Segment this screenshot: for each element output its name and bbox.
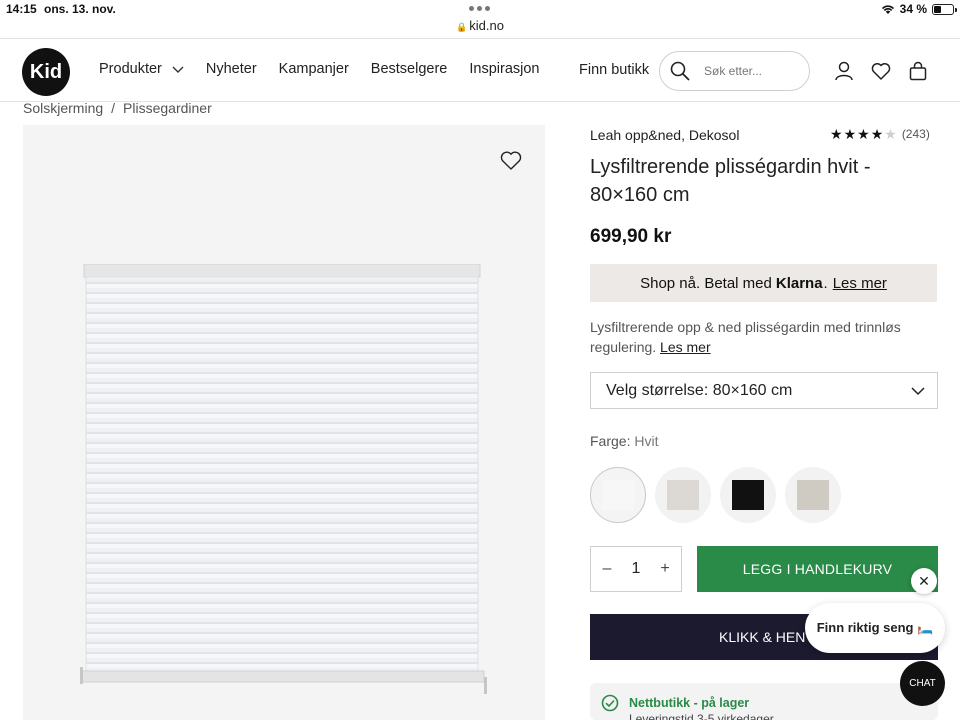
size-select[interactable]: Velg størrelse: 80×160 cm: [590, 372, 938, 409]
breadcrumb: Solskjerming / Plissegardiner: [23, 100, 212, 116]
breadcrumb-plissegardiner[interactable]: Plissegardiner: [123, 100, 212, 116]
kid-logo[interactable]: Kid: [22, 48, 70, 96]
shopping-bag-icon[interactable]: [907, 60, 929, 82]
description-read-more-link[interactable]: Les mer: [660, 339, 711, 355]
product-description: Lysfiltrerende opp & ned plisségardin me…: [590, 317, 920, 357]
find-store-link[interactable]: Finn butikk: [579, 62, 649, 78]
star-filled-icon: ★: [857, 126, 870, 142]
swatch-black[interactable]: [720, 467, 776, 523]
nav-produkter-label: Produkter: [99, 61, 162, 77]
swatch-black-fill: [732, 480, 764, 510]
klarna-suffix: .: [823, 274, 828, 292]
user-icon[interactable]: [833, 60, 855, 82]
search-input[interactable]: [704, 64, 794, 78]
add-to-cart-button[interactable]: LEGG I HANDLEKURV: [697, 546, 938, 592]
url-text: kid.no: [469, 18, 504, 33]
wifi-icon: [881, 4, 894, 14]
product-title: Lysfiltrerende plisségardin hvit - 80×16…: [590, 156, 871, 206]
qty-minus-button[interactable]: –: [600, 560, 614, 578]
pleated-blind-image: [80, 264, 487, 694]
qty-value[interactable]: 1: [632, 560, 641, 578]
check-circle-icon: [601, 694, 619, 712]
swatch-white[interactable]: [590, 467, 646, 523]
size-select-value: Velg størrelse: 80×160 cm: [606, 381, 793, 399]
stock-title: Nettbutikk - på lager: [629, 696, 750, 710]
swatch-white-fill: [602, 480, 634, 510]
close-icon[interactable]: ✕: [911, 568, 937, 594]
status-right: 34 %: [881, 2, 957, 16]
star-filled-icon: ★: [870, 126, 884, 142]
swatch-beige-grey[interactable]: [785, 467, 841, 523]
url-bar[interactable]: 🔒 kid.no: [0, 18, 960, 38]
stock-delivery: Leveringstid 3-5 virkedager: [629, 712, 774, 720]
favorite-heart-icon[interactable]: [499, 149, 523, 171]
product-brand: Leah opp&ned, Dekosol: [590, 127, 740, 143]
product-image-panel[interactable]: [23, 125, 545, 720]
stock-status: Nettbutikk - på lager Leveringstid 3-5 v…: [590, 683, 938, 720]
swatch-light-grey[interactable]: [655, 467, 711, 523]
battery-percent: 34 %: [899, 2, 927, 16]
color-label: Farge: Hvit: [590, 433, 658, 449]
quantity-stepper: – 1 +: [590, 546, 682, 592]
multitask-dots-icon[interactable]: [469, 6, 490, 11]
nav-produkter[interactable]: Produkter: [99, 61, 184, 77]
search-icon: [670, 61, 690, 81]
chat-button[interactable]: CHAT: [900, 661, 945, 706]
star-filled-icon: ★: [830, 126, 843, 142]
nav-kampanjer[interactable]: Kampanjer: [279, 61, 349, 77]
breadcrumb-separator: /: [111, 100, 116, 116]
product-price: 699,90 kr: [590, 226, 672, 247]
star-empty-icon: ★: [884, 126, 897, 142]
color-value: Hvit: [634, 433, 659, 449]
bed-finder-bubble[interactable]: Finn riktig seng 🛏️: [805, 603, 945, 653]
lock-icon: 🔒: [456, 22, 468, 32]
color-label-text: Farge:: [590, 433, 631, 449]
breadcrumb-solskjerming[interactable]: Solskjerming: [23, 100, 103, 116]
search-box[interactable]: [659, 51, 810, 91]
nav-inspirasjon[interactable]: Inspirasjon: [469, 61, 539, 77]
chevron-down-icon: [911, 387, 925, 396]
klarna-banner[interactable]: Shop nå. Betal med Klarna. Les mer: [590, 264, 937, 302]
klarna-prefix: Shop nå. Betal med: [640, 274, 772, 292]
rating-count: (243): [901, 127, 930, 141]
rating-stars: ★ ★ ★ ★ ★: [830, 127, 897, 141]
klarna-brand: Klarna: [775, 274, 823, 292]
star-filled-icon: ★: [843, 126, 857, 142]
status-bar: 14:15 ons. 13. nov. 34 %: [0, 0, 960, 20]
klarna-read-more-link[interactable]: Les mer: [833, 275, 887, 292]
qty-plus-button[interactable]: +: [658, 560, 672, 578]
swatch-beige-grey-fill: [797, 480, 829, 510]
status-date: ons. 13. nov.: [44, 2, 116, 16]
battery-icon: [932, 3, 957, 15]
status-time: 14:15: [6, 2, 37, 16]
nav-bestselgere[interactable]: Bestselgere: [371, 61, 448, 77]
heart-icon[interactable]: [870, 60, 892, 82]
swatch-light-grey-fill: [667, 480, 699, 510]
product-rating[interactable]: ★ ★ ★ ★ ★ (243): [830, 127, 930, 141]
site-header: Kid Produkter Nyheter Kampanjer Bestselg…: [0, 38, 960, 102]
main-nav: Produkter Nyheter Kampanjer Bestselgere …: [99, 61, 561, 77]
chevron-down-icon: [172, 66, 184, 73]
nav-nyheter[interactable]: Nyheter: [206, 61, 257, 77]
description-text: Lysfiltrerende opp & ned plisségardin me…: [590, 319, 901, 355]
